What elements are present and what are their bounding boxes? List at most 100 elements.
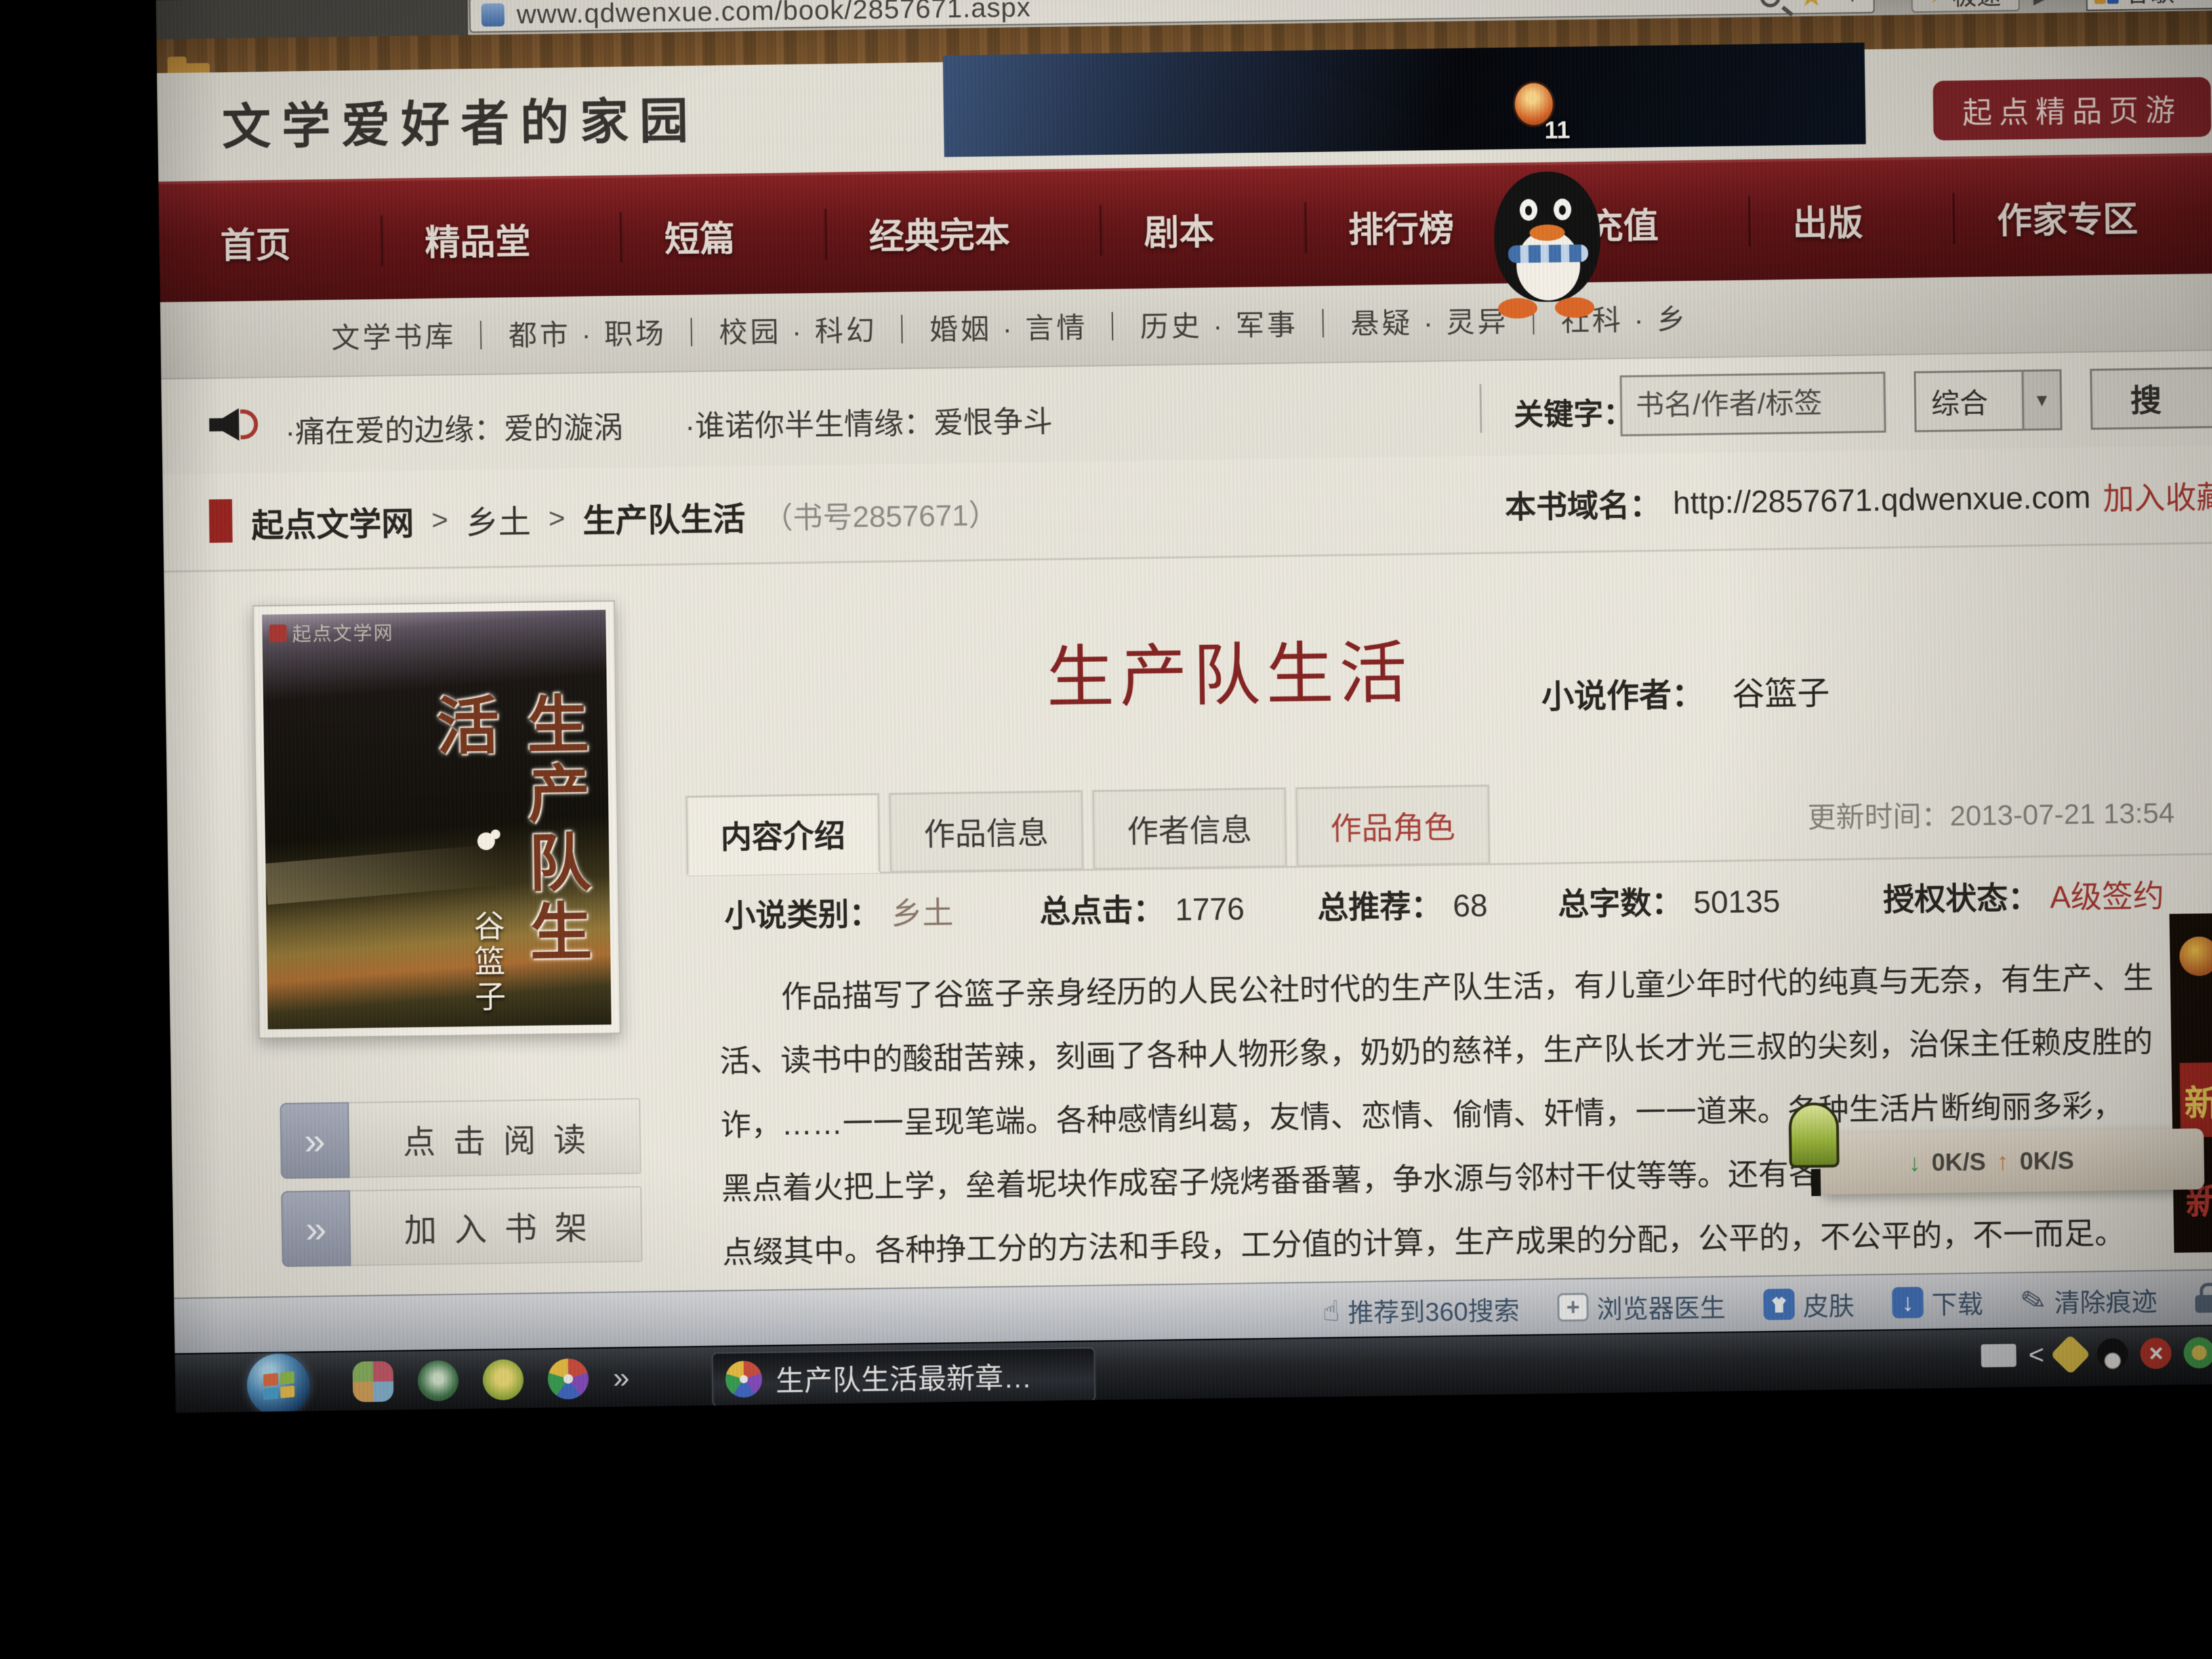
stat-wordcount: 总字数：50135 (1557, 877, 1780, 925)
tray-expand-icon[interactable]: < (2028, 1340, 2045, 1370)
breadcrumb-site[interactable]: 起点文学网 (251, 496, 414, 546)
chevron-down-icon[interactable]: ▼ (1842, 0, 1862, 7)
search-category-select[interactable]: 综合 ▼ (1914, 369, 2062, 432)
favorite-star-icon[interactable]: ★ (1798, 0, 1825, 12)
recommend-360-button[interactable]: ☝ 推荐到360搜索 (1322, 1290, 1520, 1330)
breadcrumb-separator: > (431, 504, 448, 536)
notification-count: 11 (1544, 116, 1571, 145)
nav-item-writers[interactable]: 作家专区 (1952, 190, 2145, 244)
upload-arrow-icon: ↑ (1996, 1147, 2009, 1176)
alert-tray-icon[interactable]: × (2140, 1338, 2172, 1370)
browser-pinwheel-icon[interactable] (548, 1358, 589, 1399)
author-label: 小说作者： (1541, 677, 1704, 715)
quick-launch-icon[interactable] (417, 1360, 459, 1401)
double-chevron-icon: » (280, 1102, 350, 1179)
quick-launch: » (352, 1357, 630, 1402)
privacy-button[interactable]: 隐私 (2195, 1279, 2212, 1317)
shirt-icon (1763, 1288, 1795, 1320)
add-favorite-link[interactable]: 加入收藏 (2102, 472, 2212, 519)
download-icon: ↓ (1892, 1287, 1924, 1319)
nav-item-publish[interactable]: 出版 (1748, 194, 1870, 246)
lock-icon (2195, 1283, 2212, 1315)
browser-doctor-button[interactable]: + 浏览器医生 (1557, 1286, 1726, 1326)
start-button[interactable] (247, 1353, 310, 1413)
lamp-icon (1788, 1102, 1839, 1168)
forward-play-icon[interactable]: ▶ (2033, 0, 2054, 9)
flame-notification[interactable]: 11 (1513, 81, 1575, 156)
book-cover-image: 起点文学网 生产队生活 谷篮子 (262, 610, 611, 1029)
nav-item-short[interactable]: 短篇 (620, 209, 742, 262)
nav-item-ranking[interactable]: 排行榜 (1304, 200, 1461, 253)
breadcrumb: 起点文学网 > 乡土 > 生产队生活 （书号2857671） (251, 463, 999, 571)
ad-decor (2179, 937, 2212, 977)
breadcrumb-book[interactable]: 生产队生活 (582, 491, 745, 541)
download-button[interactable]: ↓ 下载 (1892, 1283, 1984, 1322)
google-icon (2094, 0, 2118, 4)
google-search-box[interactable]: 谷歌 (2086, 0, 2212, 11)
quick-launch-icon[interactable] (483, 1359, 524, 1401)
author-line: 小说作者： 谷篮子 (1541, 666, 1830, 718)
book-cover[interactable]: 起点文学网 生产队生活 谷篮子 (252, 600, 621, 1039)
book-domain-link[interactable]: http://2857671.qdwenxue.com (1673, 478, 2091, 521)
download-arrow-icon: ↓ (1908, 1149, 1921, 1177)
security-tray-icon[interactable] (2184, 1337, 2212, 1369)
announcement-link[interactable]: ·痛在爱的边缘：爱的漩涡 (285, 403, 623, 451)
book-detail-content: 起点文学网 生产队生活 谷篮子 » 点击阅读 » 加入书架 生产队生活 小说作者… (164, 544, 2212, 1297)
upload-speed: 0K/S (2020, 1147, 2074, 1176)
monitor-screen: www.qdwenxue.com/book/2857671.aspx ★ ▼ ⚡… (156, 0, 2212, 1413)
author-name[interactable]: 谷篮子 (1732, 676, 1830, 713)
logo-mark-icon (269, 624, 287, 642)
speaker-icon (209, 403, 257, 447)
brush-icon: ✎ (2018, 1282, 2049, 1321)
double-chevron-icon: » (281, 1190, 352, 1267)
thumb-up-icon: ☝ (1322, 1294, 1340, 1327)
search-magnifier-icon[interactable] (1760, 0, 1780, 7)
nav-item-boutique[interactable]: 精品堂 (380, 213, 537, 266)
nav-item-classic[interactable]: 经典完本 (825, 206, 1017, 260)
add-to-shelf-label: 加入书架 (350, 1186, 643, 1266)
system-tray: < × (1981, 1337, 2212, 1372)
google-label: 谷歌 (2125, 0, 2175, 9)
breadcrumb-marker (209, 499, 232, 543)
warning-tray-icon[interactable] (2051, 1334, 2091, 1374)
announcement-link[interactable]: ·谁诺你半生情缘：爱恨争斗 (684, 397, 1052, 446)
book-number: （书号2857671） (762, 490, 998, 537)
skin-button[interactable]: 皮肤 (1763, 1285, 1855, 1324)
tab-intro[interactable]: 内容介绍 (685, 793, 880, 876)
taskbar-task-button[interactable]: 生产队生活最新章… (712, 1347, 1096, 1407)
cover-site-logo: 起点文学网 (269, 618, 394, 647)
read-now-button[interactable]: » 点击阅读 (280, 1098, 642, 1179)
search-input[interactable] (1620, 371, 1886, 436)
tab-author-info[interactable]: 作者信息 (1092, 787, 1287, 870)
tab-work-info[interactable]: 作品信息 (888, 790, 1084, 873)
address-url[interactable]: www.qdwenxue.com/book/2857671.aspx (516, 0, 1031, 30)
task-title: 生产队生活最新章… (775, 1355, 1032, 1399)
tab-characters[interactable]: 作品角色 (1295, 785, 1490, 867)
promo-button[interactable]: 起点精品页游 (1933, 77, 2211, 141)
speed-mode-button[interactable]: ⚡ 极速 (1911, 0, 2020, 13)
nav-item-script[interactable]: 剧本 (1099, 203, 1221, 255)
search-button[interactable]: 搜 (2090, 366, 2212, 430)
network-speed-widget[interactable]: ↓ 0K/S ↑ 0K/S (1820, 1128, 2205, 1195)
windows-logo-icon (263, 1371, 294, 1400)
stat-recommends: 总推荐：68 (1317, 881, 1488, 928)
stat-license: 授权状态：A级签约 (1883, 872, 2165, 920)
dropdown-arrow-icon[interactable]: ▼ (2022, 371, 2060, 429)
browser-toolbar-left (156, 0, 468, 39)
add-to-shelf-button[interactable]: » 加入书架 (281, 1186, 643, 1267)
quick-launch-icon[interactable] (352, 1361, 394, 1402)
site-slogan: 文学爱好者的家园 (222, 81, 699, 159)
side-ad-banner[interactable]: 新 新 (2169, 913, 2212, 1252)
qq-tray-icon[interactable] (2097, 1338, 2129, 1370)
keyboard-tray-icon[interactable] (1981, 1344, 2016, 1368)
lightning-icon: ⚡ (1929, 0, 1947, 9)
clear-traces-button[interactable]: ✎ 清除痕迹 (2021, 1280, 2158, 1319)
nav-item-home[interactable]: 首页 (213, 216, 298, 268)
qq-penguin-mascot[interactable] (1480, 171, 1618, 315)
overflow-chevron-icon[interactable]: » (613, 1361, 630, 1395)
breadcrumb-category[interactable]: 乡土 (466, 495, 531, 543)
domain-label: 本书域名： (1504, 480, 1661, 527)
speed-mode-label: 极速 (1952, 0, 2001, 12)
download-speed: 0K/S (1931, 1147, 1986, 1176)
updated-time: 更新时间：2013-07-21 13:54 (1807, 790, 2175, 837)
